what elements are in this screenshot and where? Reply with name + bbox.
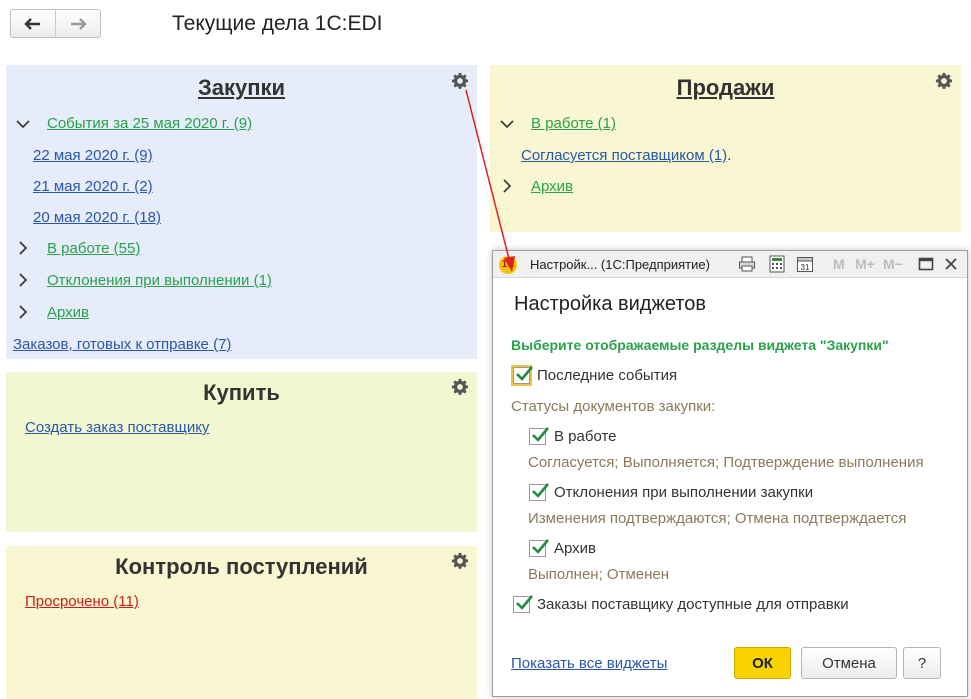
gear-icon[interactable] xyxy=(451,378,469,396)
deviations-label: Отклонения при выполнении закупки xyxy=(554,484,814,501)
calculator-icon[interactable] xyxy=(768,255,786,273)
gear-icon[interactable] xyxy=(451,72,469,90)
close-icon[interactable] xyxy=(942,255,960,273)
nav-buttons xyxy=(10,9,101,38)
deviations-checkbox[interactable] xyxy=(529,483,549,501)
chevron-down-icon[interactable] xyxy=(500,117,514,131)
chevron-right-icon[interactable] xyxy=(16,273,30,287)
prodazhi-agreed-dot: . xyxy=(727,147,732,164)
last-events-checkbox[interactable] xyxy=(513,366,533,384)
zakupki-day-link[interactable]: 20 мая 2020 г. (18) xyxy=(33,209,161,226)
last-events-label: Последние события xyxy=(537,367,678,384)
help-button[interactable]: ? xyxy=(903,647,941,679)
gear-icon[interactable] xyxy=(935,72,953,90)
zakupki-events-link[interactable]: События за 25 мая 2020 г. (9) xyxy=(47,115,252,132)
app-logo-icon: 1С xyxy=(499,256,517,274)
ok-button[interactable]: ОК xyxy=(734,647,791,679)
zakupki-archive-link[interactable]: Архив xyxy=(47,304,89,321)
cancel-button[interactable]: Отмена xyxy=(801,647,897,679)
archive-hint: Выполнен; Отменен xyxy=(528,566,670,583)
zakupki-ready-link[interactable]: Заказов, готовых к отправке (7) xyxy=(13,336,231,353)
memory-mplus-button[interactable]: M+ xyxy=(855,256,875,272)
chevron-right-icon[interactable] xyxy=(500,179,514,193)
chevron-right-icon[interactable] xyxy=(16,305,30,319)
orders-ready-label: Заказы поставщику доступные для отправки xyxy=(537,596,849,613)
dialog-heading: Настройка виджетов xyxy=(514,293,707,315)
svg-text:31: 31 xyxy=(801,263,810,272)
orders-ready-checkbox[interactable] xyxy=(513,595,533,613)
calendar-icon[interactable]: 31 xyxy=(796,255,814,273)
in-work-hint: Согласуется; Выполняется; Подтверждение … xyxy=(528,454,924,471)
archive-label: Архив xyxy=(554,540,597,557)
prodazhi-agreed-link[interactable]: Согласуется поставщиком (1) xyxy=(521,147,727,164)
gear-icon[interactable] xyxy=(451,552,469,570)
memory-m-button[interactable]: M xyxy=(833,256,845,272)
dialog-titlebar[interactable]: 1С Настройк... (1С:Предприятие) 31 M M+ … xyxy=(493,251,967,278)
zakupki-in-work-link[interactable]: В работе (55) xyxy=(47,240,140,257)
show-all-widgets-link[interactable]: Показать все виджеты xyxy=(511,655,667,672)
checkmark-icon xyxy=(516,366,533,381)
in-work-checkbox[interactable] xyxy=(529,427,549,445)
back-button[interactable] xyxy=(11,10,55,37)
page-title: Текущие дела 1С:EDI xyxy=(172,12,383,35)
widget-kupit-title: Купить xyxy=(203,380,280,405)
widget-prodazhi: Продажи В работе (1) Согласуется поставщ… xyxy=(490,65,961,232)
widget-zakupki-title[interactable]: Закупки xyxy=(6,75,477,101)
zakupki-day-link[interactable]: 21 мая 2020 г. (2) xyxy=(33,178,153,195)
memory-mminus-button[interactable]: M− xyxy=(883,256,903,272)
checkmark-icon xyxy=(532,539,549,554)
checkmark-icon xyxy=(532,483,549,498)
chevron-right-icon[interactable] xyxy=(16,241,30,255)
prodazhi-in-work-link[interactable]: В работе (1) xyxy=(531,115,616,132)
widget-zakupki: Закупки События за 25 мая 2020 г. (9) 22… xyxy=(6,65,477,359)
widget-prodazhi-title[interactable]: Продажи xyxy=(490,75,961,101)
zakupki-deviations-link[interactable]: Отклонения при выполнении (1) xyxy=(47,272,272,289)
arrow-left-icon xyxy=(24,17,40,30)
arrow-right-icon xyxy=(71,17,87,30)
checkmark-icon xyxy=(516,595,533,610)
zakupki-day-link[interactable]: 22 мая 2020 г. (9) xyxy=(33,147,153,164)
archive-checkbox[interactable] xyxy=(529,539,549,557)
widget-settings-dialog: 1С Настройк... (1С:Предприятие) 31 M M+ … xyxy=(492,250,968,697)
dialog-window-title: Настройк... (1С:Предприятие) xyxy=(530,257,710,272)
widget-kontrol: Контроль поступлений Просрочено (11) xyxy=(6,546,477,699)
widget-kontrol-title: Контроль поступлений xyxy=(115,554,368,579)
deviations-hint: Изменения подтверждаются; Отмена подтвер… xyxy=(528,510,907,527)
widget-kupit: Купить Создать заказ поставщику xyxy=(6,372,477,532)
forward-button[interactable] xyxy=(55,10,100,37)
in-work-label: В работе xyxy=(554,428,617,445)
prodazhi-archive-link[interactable]: Архив xyxy=(531,178,573,195)
overdue-link[interactable]: Просрочено (11) xyxy=(25,593,139,610)
maximize-icon[interactable] xyxy=(917,255,935,273)
print-icon[interactable] xyxy=(738,255,756,273)
statuses-label: Статусы документов закупки: xyxy=(511,398,716,415)
dialog-subtitle: Выберите отображаемые разделы виджета "З… xyxy=(511,337,889,353)
chevron-down-icon[interactable] xyxy=(16,117,30,131)
checkmark-icon xyxy=(532,427,549,442)
create-order-link[interactable]: Создать заказ поставщику xyxy=(25,419,209,436)
